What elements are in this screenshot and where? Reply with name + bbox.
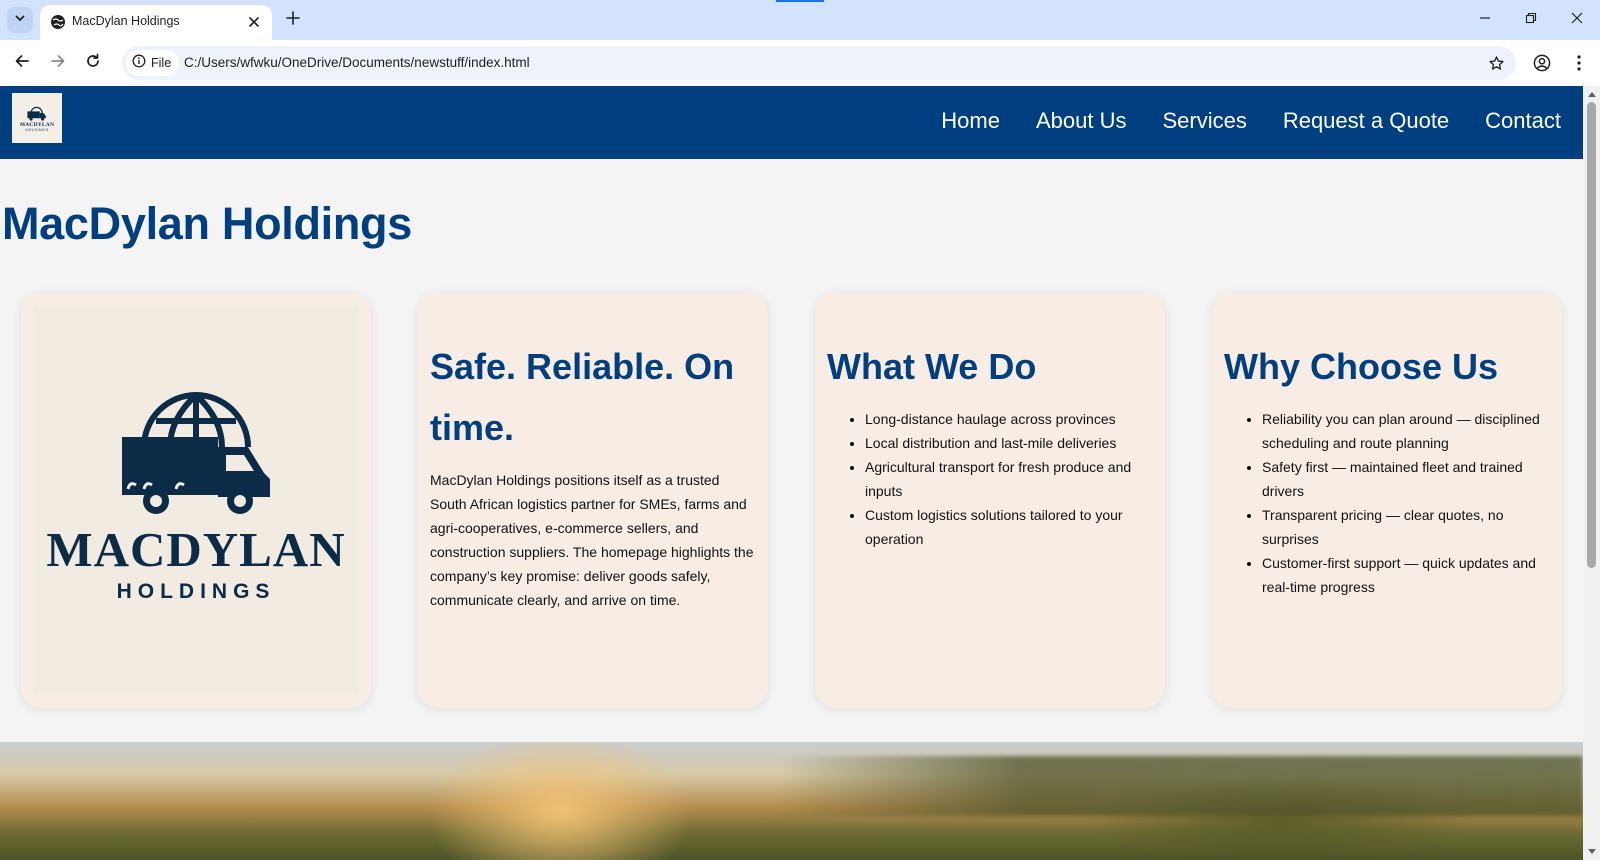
page-scrollbar[interactable]: [1583, 86, 1600, 860]
account-icon[interactable]: [1531, 52, 1553, 74]
list-item: Transparent pricing — clear quotes, no s…: [1262, 503, 1554, 551]
plus-icon: [286, 10, 300, 30]
tab-macdylan-holdings[interactable]: MacDylan Holdings: [40, 5, 272, 40]
tab-title: MacDylan Holdings: [72, 14, 180, 28]
reload-icon: [85, 53, 101, 74]
site-nav: Home About Us Services Request a Quote C…: [941, 108, 1561, 134]
truck-globe-icon: [122, 392, 270, 514]
browser-toolbar: File C:/Users/wfwku/OneDrive/Documents/n…: [0, 40, 1600, 86]
list-item: Customer-first support — quick updates a…: [1262, 551, 1554, 599]
list-item: Custom logistics solutions tailored to y…: [865, 503, 1157, 551]
what-we-do-card: What We Do Long-distance haulage across …: [815, 292, 1165, 708]
list-item: Safety first — maintained fleet and trai…: [1262, 455, 1554, 503]
truck-logo-icon: [27, 106, 46, 121]
promise-heading: Safe. Reliable. On time.: [430, 346, 735, 448]
list-item: Reliability you can plan around — discip…: [1262, 407, 1554, 455]
tab-strip-accent: [776, 0, 824, 2]
nav-link-home[interactable]: Home: [941, 108, 1000, 134]
hero-image-blur: [780, 756, 1583, 816]
minimize-icon: [1479, 11, 1491, 29]
site-logo[interactable]: MACDYLAN HOLDINGS: [12, 93, 62, 143]
site-logo-sub: HOLDINGS: [25, 127, 49, 132]
back-button[interactable]: [8, 49, 36, 77]
new-tab-button[interactable]: [282, 9, 304, 31]
scroll-up-icon[interactable]: [1587, 89, 1596, 99]
nav-link-services[interactable]: Services: [1162, 108, 1246, 134]
globe-icon: [50, 14, 66, 30]
nav-link-contact[interactable]: Contact: [1485, 108, 1561, 134]
more-vert-icon[interactable]: [1568, 52, 1590, 74]
arrow-right-icon: [50, 53, 66, 74]
page-viewport: MACDYLAN HOLDINGS Home About Us Services…: [0, 86, 1583, 860]
list-item: Local distribution and last-mile deliver…: [865, 431, 1157, 455]
site-info-chip[interactable]: File: [126, 50, 180, 76]
hero-image: [0, 742, 1583, 860]
why-choose-us-heading: Why Choose Us: [1224, 346, 1499, 387]
address-bar[interactable]: File C:/Users/wfwku/OneDrive/Documents/n…: [122, 46, 1516, 80]
site-info-label: File: [151, 56, 172, 70]
browser-tab-bar: MacDylan Holdings: [0, 0, 1600, 40]
reload-button[interactable]: [79, 49, 107, 77]
info-icon: [132, 54, 146, 73]
company-logo-image: MACDYLAN HOLDINGS: [34, 305, 358, 695]
logo-wordmark: MACDYLAN: [46, 522, 346, 577]
why-choose-us-card: Why Choose Us Reliability you can plan a…: [1212, 292, 1562, 708]
tab-list-button[interactable]: [7, 7, 33, 33]
what-we-do-list: Long-distance haulage across provinces L…: [827, 407, 1157, 551]
close-icon: [1571, 11, 1583, 29]
scroll-down-icon[interactable]: [1587, 847, 1596, 857]
chevron-down-icon: [14, 11, 26, 29]
logo-card: MACDYLAN HOLDINGS: [21, 292, 371, 708]
nav-link-request-quote[interactable]: Request a Quote: [1283, 108, 1449, 134]
minimize-button[interactable]: [1462, 0, 1508, 40]
nav-link-about-us[interactable]: About Us: [1036, 108, 1127, 134]
restore-button[interactable]: [1508, 0, 1554, 40]
why-choose-us-list: Reliability you can plan around — discip…: [1224, 407, 1554, 599]
url-text[interactable]: C:/Users/wfwku/OneDrive/Documents/newstu…: [184, 55, 530, 70]
forward-button[interactable]: [44, 49, 72, 77]
promise-body: MacDylan Holdings positions itself as a …: [430, 472, 754, 608]
page-title: MacDylan Holdings: [2, 198, 412, 249]
star-icon[interactable]: [1486, 53, 1506, 73]
what-we-do-heading: What We Do: [827, 346, 1037, 387]
scrollbar-thumb[interactable]: [1587, 102, 1596, 568]
logo-subtext: HOLDINGS: [116, 580, 276, 603]
list-item: Long-distance haulage across provinces: [865, 407, 1157, 431]
restore-icon: [1525, 11, 1537, 29]
promise-card: Safe. Reliable. On time. MacDylan Holdin…: [418, 292, 768, 708]
list-item: Agricultural transport for fresh produce…: [865, 455, 1157, 503]
site-header: MACDYLAN HOLDINGS Home About Us Services…: [0, 86, 1583, 159]
window-close-button[interactable]: [1554, 0, 1600, 40]
close-icon[interactable]: [244, 12, 264, 32]
arrow-left-icon: [14, 53, 30, 74]
